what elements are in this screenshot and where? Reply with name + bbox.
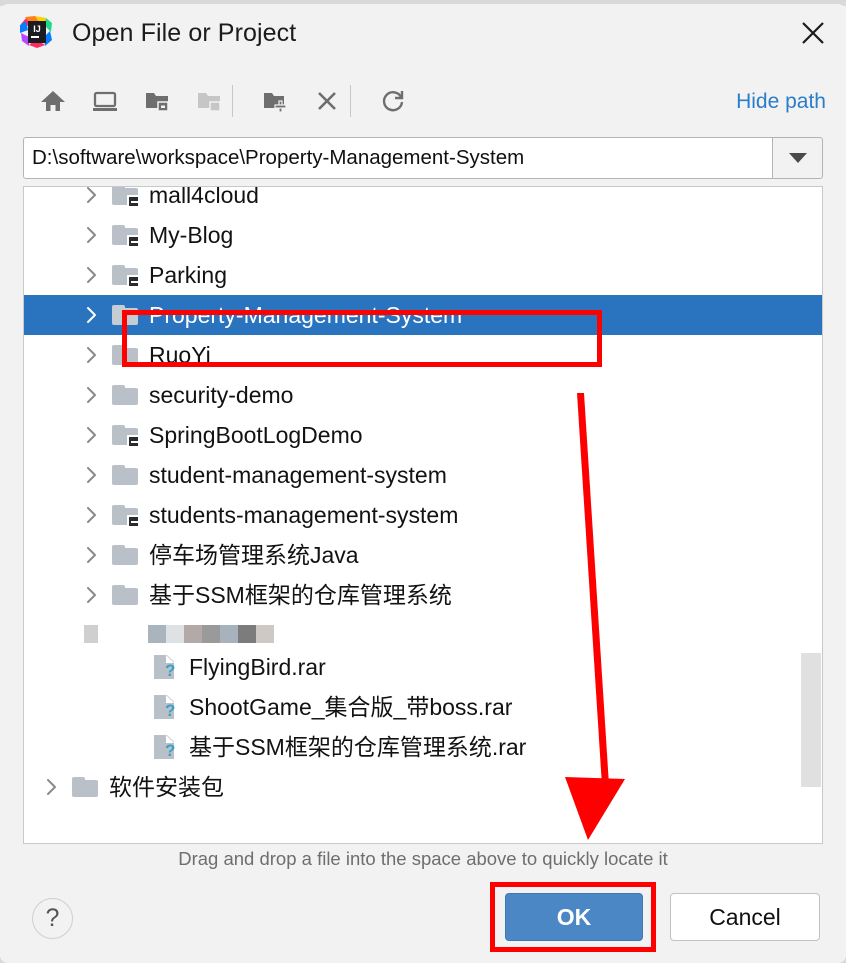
scrollbar-thumb[interactable]: [801, 653, 821, 787]
redaction-block: [202, 625, 220, 643]
tree-row[interactable]: ? 基于SSM框架的仓库管理系统.rar: [24, 727, 822, 767]
folder-icon: [112, 384, 140, 406]
tree-row-label: student-management-system: [149, 462, 447, 488]
title-bar: IJ Open File or Project: [0, 4, 846, 68]
folder-up-icon[interactable]: [184, 76, 234, 126]
tree-row-label: My-Blog: [149, 222, 234, 248]
redaction-block: [184, 625, 202, 643]
vertical-scrollbar[interactable]: [800, 187, 822, 843]
chevron-right-icon[interactable]: [84, 507, 100, 523]
tree-row[interactable]: SpringBootLogDemo: [24, 415, 822, 455]
redaction-block: [148, 625, 166, 643]
folder-icon: [112, 544, 140, 566]
redaction-block: [100, 625, 122, 643]
tree-row-selected[interactable]: Property-Management-System: [24, 295, 822, 335]
tree-row[interactable]: ? FlyingBird.rar: [24, 647, 822, 687]
tree-row[interactable]: 基于SSM框架的仓库管理系统: [24, 575, 822, 615]
module-folder-icon: [112, 264, 140, 288]
module-folder-icon: [112, 504, 140, 528]
cancel-button[interactable]: Cancel: [670, 893, 820, 941]
tree-row[interactable]: security-demo: [24, 375, 822, 415]
path-input[interactable]: D:\software\workspace\Property-Managemen…: [23, 137, 773, 179]
chevron-right-icon[interactable]: [44, 779, 60, 795]
tree-row-label: FlyingBird.rar: [189, 654, 326, 680]
unknown-file-icon: ?: [152, 655, 180, 679]
file-tree-panel[interactable]: mall4cloud My-Blog Parking Property-Managem…: [23, 186, 823, 844]
toolbar-separator-2: [350, 85, 351, 117]
redaction-block: [238, 625, 256, 643]
chevron-right-icon[interactable]: [84, 227, 100, 243]
unknown-file-icon: ?: [152, 695, 180, 719]
tree-row[interactable]: 停车场管理系统Java: [24, 535, 822, 575]
redaction-block: [166, 625, 184, 643]
chevron-right-icon[interactable]: [84, 427, 100, 443]
open-file-or-project-dialog: IJ Open File or Project Hide path D:\sof…: [0, 0, 846, 963]
folder-icon: [112, 344, 140, 366]
chevron-right-icon[interactable]: [84, 347, 100, 363]
chevron-right-icon[interactable]: [84, 307, 100, 323]
delete-icon[interactable]: [302, 76, 352, 126]
new-folder-icon[interactable]: [250, 76, 300, 126]
module-folder-icon: [112, 424, 140, 448]
ok-button[interactable]: OK: [505, 893, 643, 941]
hide-path-link[interactable]: Hide path: [736, 86, 826, 118]
redaction-block: [84, 625, 98, 643]
tree-row-label: security-demo: [149, 382, 294, 408]
tree-row[interactable]: Parking: [24, 255, 822, 295]
tree-row-label: mall4cloud: [149, 186, 259, 208]
tree-row[interactable]: 软件安装包: [24, 767, 822, 807]
redacted-label: [84, 619, 284, 643]
module-folder-icon: [112, 224, 140, 248]
toolbar-separator: [232, 85, 233, 117]
tree-row-label: Property-Management-System: [149, 302, 463, 328]
page-title: Open File or Project: [72, 19, 297, 47]
file-tree-list: mall4cloud My-Blog Parking Property-Managem…: [24, 186, 822, 807]
redaction-block: [256, 625, 274, 643]
tree-row[interactable]: RuoYi: [24, 335, 822, 375]
drag-drop-hint: Drag and drop a file into the space abov…: [178, 848, 668, 869]
tree-row-label: 基于SSM框架的仓库管理系统: [149, 582, 452, 608]
unknown-file-icon: ?: [152, 735, 180, 759]
module-folder-icon: [112, 187, 140, 208]
tree-row-label: 停车场管理系统Java: [149, 542, 359, 568]
folder-icon: [112, 304, 140, 326]
folder-icon: [112, 584, 140, 606]
chevron-right-icon[interactable]: [84, 187, 100, 203]
path-combo: D:\software\workspace\Property-Managemen…: [23, 137, 823, 179]
chevron-down-icon[interactable]: [773, 137, 823, 179]
tree-row-label: 基于SSM框架的仓库管理系统.rar: [189, 734, 527, 760]
chevron-right-icon[interactable]: [84, 587, 100, 603]
chevron-right-icon[interactable]: [84, 467, 100, 483]
tree-row[interactable]: students-management-system: [24, 495, 822, 535]
project-folder-icon[interactable]: [132, 76, 182, 126]
close-icon[interactable]: [790, 12, 836, 54]
help-button[interactable]: ?: [32, 898, 73, 939]
folder-icon: [72, 776, 100, 798]
tree-row[interactable]: My-Blog: [24, 215, 822, 255]
intellij-idea-icon: IJ: [19, 15, 53, 49]
tree-row-label: 软件安装包: [109, 774, 224, 800]
svg-text:IJ: IJ: [33, 24, 41, 34]
tree-row-label: students-management-system: [149, 502, 459, 528]
chevron-right-icon[interactable]: [84, 547, 100, 563]
chevron-right-icon[interactable]: [84, 267, 100, 283]
folder-icon: [112, 464, 140, 486]
toolbar: Hide path: [0, 76, 846, 130]
tree-row-label: RuoYi: [149, 342, 211, 368]
home-icon[interactable]: [28, 76, 78, 126]
redaction-block: [124, 625, 146, 643]
redaction-block: [220, 625, 238, 643]
desktop-icon[interactable]: [80, 76, 130, 126]
tree-row-label: SpringBootLogDemo: [149, 422, 363, 448]
tree-row[interactable]: ? ShootGame_集合版_带boss.rar: [24, 687, 822, 727]
refresh-icon[interactable]: [368, 76, 418, 126]
tree-row[interactable]: mall4cloud: [24, 186, 822, 215]
tree-row-label: Parking: [149, 262, 227, 288]
chevron-right-icon[interactable]: [84, 387, 100, 403]
caret-shape: [788, 153, 807, 163]
tree-row[interactable]: student-management-system: [24, 455, 822, 495]
tree-row-label: ShootGame_集合版_带boss.rar: [189, 694, 513, 720]
tree-row-redacted[interactable]: [24, 615, 822, 647]
